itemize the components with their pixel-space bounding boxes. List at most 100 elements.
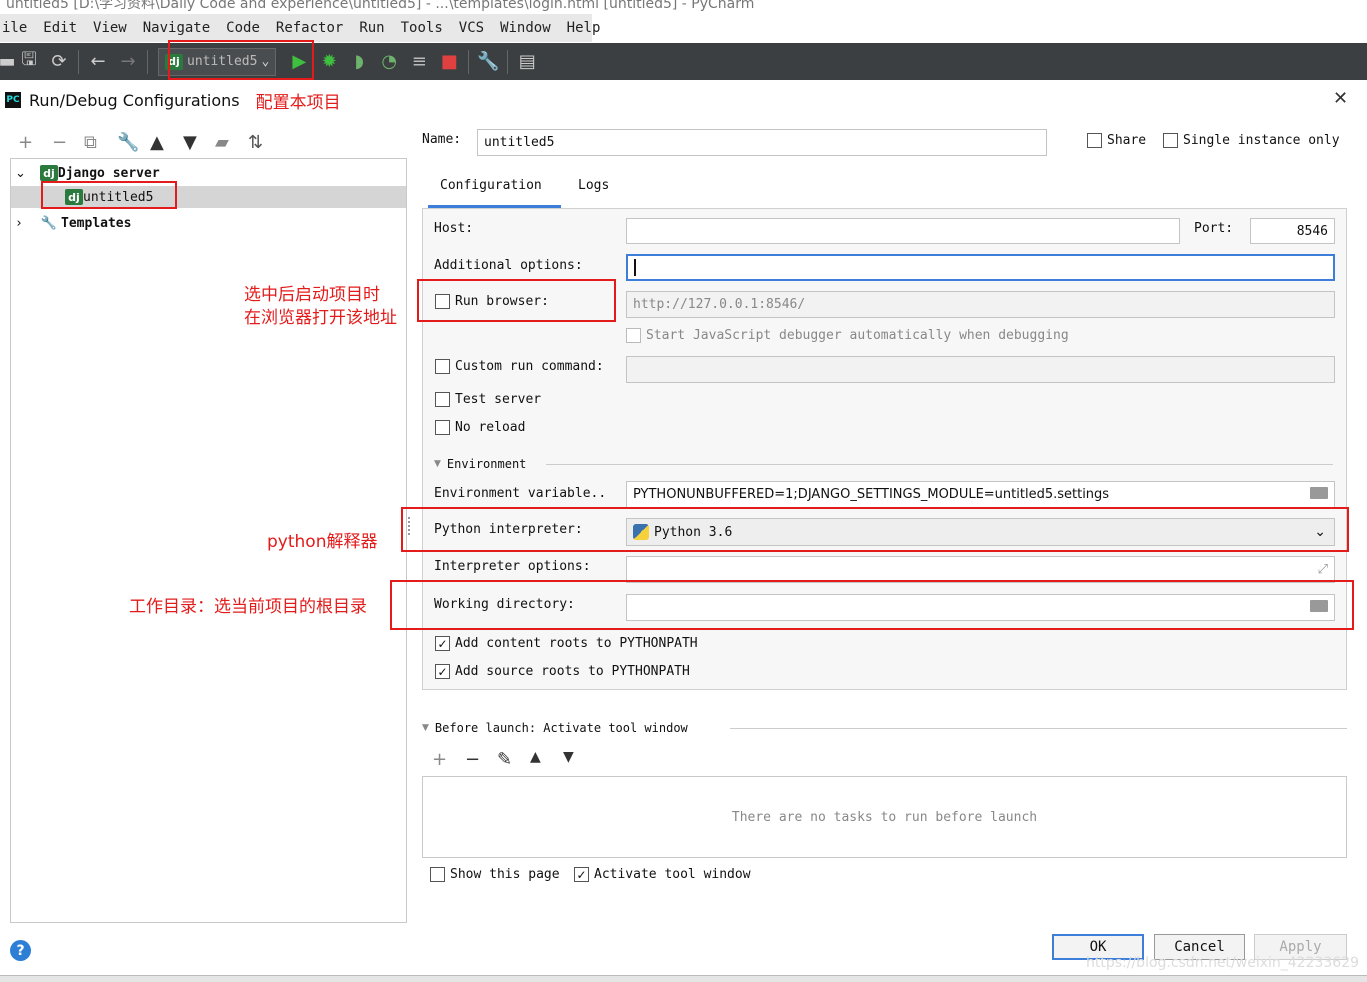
env-vars-input[interactable]: PYTHONUNBUFFERED=1;DJANGO_SETTINGS_MODUL…	[626, 481, 1335, 508]
port-input[interactable]: 8546	[1250, 218, 1335, 244]
remove-icon[interactable]: −	[52, 132, 67, 153]
profile-icon[interactable]: ◔	[374, 47, 404, 77]
menu-help[interactable]: Help	[559, 20, 609, 36]
folder-icon[interactable]	[1310, 487, 1328, 499]
menu-run[interactable]: Run	[351, 20, 392, 36]
additional-options-input[interactable]	[626, 254, 1335, 281]
text-cursor	[634, 259, 636, 276]
js-debugger-label: Start JavaScript debugger automatically …	[646, 328, 1069, 343]
stop-icon[interactable]: ■	[434, 47, 464, 77]
coverage-icon[interactable]: ◗	[344, 47, 374, 77]
open-icon[interactable]: ▬	[0, 47, 16, 77]
interp-options-input[interactable]: ⤢	[626, 556, 1335, 583]
activate-tool-label: Activate tool window	[594, 867, 751, 882]
edit-defaults-icon[interactable]: 🔧	[117, 132, 139, 153]
folder-icon[interactable]: ▰	[215, 132, 229, 153]
save-icon[interactable]: 🖫	[14, 47, 44, 77]
menu-window[interactable]: Window	[492, 20, 559, 36]
name-input[interactable]: untitled5	[477, 129, 1047, 156]
js-debugger-checkbox[interactable]: Start JavaScript debugger automatically …	[626, 328, 1069, 343]
content-roots-label: Add content roots to PYTHONPATH	[455, 636, 698, 651]
expand-icon[interactable]: ⤢	[1318, 562, 1328, 577]
tree-templates-label: Templates	[61, 215, 132, 231]
custom-run-label: Custom run command:	[455, 359, 604, 374]
toolbar-separator	[147, 49, 148, 74]
watermark: https://blog.csdn.net/weixin_42233629	[1086, 955, 1360, 971]
tree-group-templates[interactable]: › 🔧 Templates	[15, 212, 131, 234]
menu-refactor[interactable]: Refactor	[268, 20, 351, 36]
menu-tools[interactable]: Tools	[393, 20, 451, 36]
share-checkbox[interactable]: Share	[1087, 133, 1146, 148]
menu-bar: ile Edit View Navigate Code Refactor Run…	[0, 14, 600, 42]
env-vars-value: PYTHONUNBUFFERED=1;DJANGO_SETTINGS_MODUL…	[633, 487, 1110, 502]
sort-icon[interactable]: ⇅	[248, 132, 263, 153]
test-server-checkbox[interactable]: Test server	[435, 392, 541, 407]
custom-run-input[interactable]	[626, 356, 1335, 383]
move-task-up-icon[interactable]: ▲	[530, 749, 541, 765]
structure-icon[interactable]: ▤	[512, 47, 542, 77]
host-input[interactable]	[626, 218, 1180, 244]
divider	[546, 464, 1333, 465]
single-instance-label: Single instance only	[1183, 133, 1340, 148]
tree-group-label: Django server	[57, 165, 160, 181]
interpreter-highlight	[401, 507, 1349, 552]
checkmark-icon: ✓	[435, 636, 450, 651]
environment-section[interactable]: ▼ Environment	[434, 457, 526, 471]
annotation-workdir: 工作目录：选当前项目的根目录	[129, 597, 367, 617]
add-task-icon[interactable]: +	[432, 749, 447, 770]
menu-file[interactable]: ile	[0, 20, 35, 36]
no-reload-checkbox[interactable]: No reload	[435, 420, 525, 435]
name-label: Name:	[422, 132, 462, 147]
menu-vcs[interactable]: VCS	[451, 20, 492, 36]
copy-icon[interactable]: ⧉	[84, 132, 97, 153]
menu-edit[interactable]: Edit	[35, 20, 85, 36]
port-label: Port:	[1194, 221, 1234, 236]
help-button[interactable]: ?	[10, 940, 31, 961]
tab-configuration[interactable]: Configuration	[440, 178, 542, 193]
before-launch-section[interactable]: ▼ Before launch: Activate tool window	[422, 721, 688, 735]
checkbox-box	[1163, 133, 1178, 148]
before-launch-task-list: There are no tasks to run before launch	[422, 776, 1347, 858]
content-roots-checkbox[interactable]: ✓ Add content roots to PYTHONPATH	[435, 636, 698, 651]
chevron-right-icon: ›	[15, 215, 23, 231]
add-icon[interactable]: +	[18, 132, 33, 153]
toolbar-separator	[507, 49, 509, 74]
wrench-icon[interactable]: 🔧	[473, 47, 503, 77]
checkbox-box	[626, 328, 641, 343]
window-title: untitled5 [D:\学习资料\Daily Code and experi…	[0, 0, 1367, 14]
tree-item-highlight	[41, 181, 177, 209]
checkbox-box	[435, 359, 450, 374]
checkmark-icon: ✓	[574, 867, 589, 882]
concurrency-icon[interactable]: ≡	[404, 47, 434, 77]
move-up-icon[interactable]: ▲	[150, 132, 164, 153]
checkmark-icon: ✓	[435, 664, 450, 679]
share-label: Share	[1107, 133, 1147, 148]
menu-view[interactable]: View	[85, 20, 135, 36]
interp-options-label: Interpreter options:	[434, 559, 591, 574]
back-icon[interactable]: ←	[83, 47, 113, 77]
source-roots-checkbox[interactable]: ✓ Add source roots to PYTHONPATH	[435, 664, 690, 679]
menu-code[interactable]: Code	[218, 20, 268, 36]
edit-task-icon[interactable]: ✎	[497, 749, 512, 770]
bottom-strip	[0, 975, 1367, 982]
move-down-icon[interactable]: ▼	[183, 132, 197, 153]
django-icon: dj	[39, 165, 58, 181]
activate-tool-checkbox[interactable]: ✓ Activate tool window	[574, 867, 751, 882]
annotation-config-project: 配置本项目	[255, 92, 341, 113]
close-icon[interactable]: ✕	[1333, 88, 1348, 109]
single-instance-checkbox[interactable]: Single instance only	[1163, 133, 1340, 148]
remove-task-icon[interactable]: −	[465, 749, 480, 770]
debug-icon[interactable]: ✹	[314, 47, 344, 77]
custom-run-checkbox[interactable]: Custom run command:	[435, 359, 604, 374]
run-browser-highlight	[417, 279, 616, 322]
move-task-down-icon[interactable]: ▼	[563, 749, 574, 765]
chevron-down-icon: ▼	[422, 723, 429, 733]
toolbar-separator	[468, 49, 470, 74]
run-browser-url-input[interactable]: http://127.0.0.1:8546/	[626, 291, 1335, 318]
sync-icon[interactable]: ⟳	[44, 47, 74, 77]
menu-navigate[interactable]: Navigate	[135, 20, 218, 36]
checkbox-box	[435, 392, 450, 407]
tab-logs[interactable]: Logs	[578, 178, 609, 193]
show-page-checkbox[interactable]: Show this page	[430, 867, 560, 882]
forward-icon[interactable]: →	[113, 47, 143, 77]
